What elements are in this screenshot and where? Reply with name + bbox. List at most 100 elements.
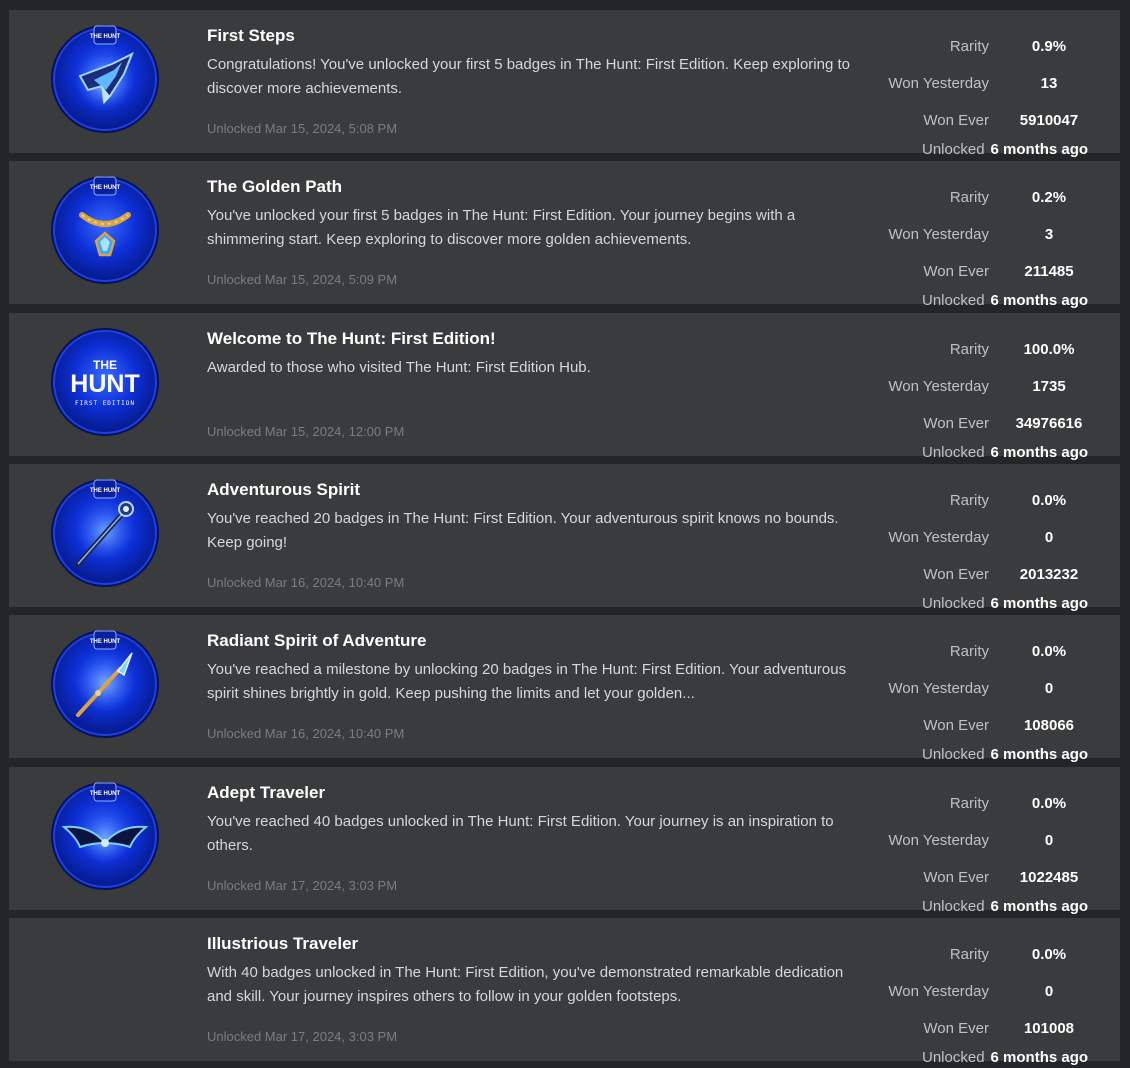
won-ever-value: 211485 [1024,263,1074,280]
won-yesterday-label: Won Yesterday [888,226,989,243]
rarity-value: 0.0% [1031,795,1067,812]
unlocked-ago-value: 6 months ago [990,746,1089,763]
badge-title: Welcome to The Hunt: First Edition! [207,329,496,348]
svg-text:THE HUNT: THE HUNT [90,185,121,191]
rarity-value: 100.0% [1023,341,1075,358]
won-yesterday-value: 3 [1044,226,1054,243]
unlock-date: Unlocked Mar 15, 2024, 5:09 PM [207,272,398,287]
won-ever-value: 2013232 [1019,566,1079,583]
won-ever-value: 1022485 [1019,869,1079,886]
unlock-date: Unlocked Mar 17, 2024, 3:03 PM [207,878,398,893]
won-ever-label: Won Ever [923,415,989,432]
golden-spear-icon: THE HUNT [50,629,160,739]
won-yesterday-value: 0 [1044,680,1054,697]
svg-text:THE HUNT: THE HUNT [90,791,121,797]
won-yesterday-label: Won Yesterday [888,983,989,1000]
badge-description: You've reached 20 badges in The Hunt: Fi… [207,510,839,551]
unlocked-ago-value: 6 months ago [990,898,1089,915]
unlocked-label: Unlocked [922,898,985,915]
rarity-value: 0.9% [1031,38,1067,55]
badge-title: Adventurous Spirit [207,480,361,499]
badge-description: You've unlocked your first 5 badges in T… [207,207,796,248]
unlocked-ago: Unlocked 6 months ago [922,292,1088,309]
svg-text:THE HUNT: THE HUNT [90,639,121,645]
badge-description: Awarded to those who visited The Hunt: F… [207,359,591,376]
won-ever-label: Won Ever [923,566,989,583]
unlocked-ago: Unlocked 6 months ago [922,595,1088,612]
won-ever-label: Won Ever [923,869,989,886]
rarity-value: 0.0% [1031,643,1067,660]
won-ever-value: 34976616 [1015,415,1083,432]
rarity-label: Rarity [949,341,989,358]
rarity-label: Rarity [949,492,989,509]
badge-title: First Steps [207,26,295,45]
svg-text:THE HUNT: THE HUNT [90,488,121,494]
won-yesterday-value: 13 [1040,75,1058,92]
won-ever-value: 5910047 [1019,112,1079,129]
unlock-date: Unlocked Mar 16, 2024, 10:40 PM [207,726,405,741]
badge-title: Radiant Spirit of Adventure [207,631,427,650]
badge-description: You've reached a milestone by unlocking … [207,661,847,702]
unlock-date: Unlocked Mar 17, 2024, 3:03 PM [207,1029,398,1044]
unlocked-ago-value: 6 months ago [990,1049,1089,1066]
unlocked-ago-value: 6 months ago [990,595,1089,612]
unlock-date: Unlocked Mar 15, 2024, 12:00 PM [207,424,405,439]
won-yesterday-label: Won Yesterday [888,680,989,697]
won-ever-label: Won Ever [923,1020,989,1037]
unlocked-ago: Unlocked 6 months ago [922,746,1088,763]
unlocked-ago: Unlocked 6 months ago [922,141,1088,158]
won-yesterday-label: Won Yesterday [888,378,989,395]
wings-icon: THE HUNT [50,781,160,891]
badge-card[interactable]: Illustrious Traveler With 40 badges unloc… [9,918,1120,1066]
won-yesterday-value: 0 [1044,832,1054,849]
svg-text:HUNT: HUNT [70,370,139,398]
won-yesterday-label: Won Yesterday [888,832,989,849]
badge-card[interactable]: THE HUNT Adventurous Spirit You've reached… [9,464,1120,612]
ice-crystal-icon: THE HUNT [50,24,160,134]
unlock-date: Unlocked Mar 15, 2024, 5:08 PM [207,121,398,136]
badge-title: Adept Traveler [207,783,326,802]
won-ever-value: 108066 [1023,717,1075,734]
rarity-label: Rarity [949,189,989,206]
unlocked-ago-value: 6 months ago [990,292,1089,309]
unlock-date: Unlocked Mar 16, 2024, 10:40 PM [207,575,405,590]
won-ever-label: Won Ever [923,263,989,280]
won-yesterday-label: Won Yesterday [888,529,989,546]
unlocked-ago: Unlocked 6 months ago [922,444,1088,461]
won-yesterday-value: 0 [1044,983,1054,1000]
rarity-label: Rarity [949,946,989,963]
badge-title: Illustrious Traveler [207,934,359,953]
badge-title: The Golden Path [207,177,343,196]
svg-text:FIRST EDITION: FIRST EDITION [75,400,135,407]
unlocked-label: Unlocked [922,141,985,158]
golden-necklace-icon: THE HUNT [50,175,160,285]
unlocked-ago-value: 6 months ago [990,444,1089,461]
svg-text:THE HUNT: THE HUNT [90,34,121,40]
won-ever-label: Won Ever [923,112,989,129]
badge-card[interactable]: THE HUNT Radiant Spirit of Adventure You'v… [9,615,1120,763]
unlocked-label: Unlocked [922,595,985,612]
rarity-value: 0.2% [1031,189,1067,206]
rarity-label: Rarity [949,38,989,55]
unlocked-label: Unlocked [922,444,985,461]
staff-icon: THE HUNT [50,478,160,588]
badge-card[interactable]: THE HUNT First Steps Congratulations! You'… [9,10,1120,158]
won-yesterday-label: Won Yesterday [888,75,989,92]
badge-card[interactable]: THE HUNT FIRST EDITION Welcome to The Hun… [9,313,1120,461]
badge-description: Congratulations! You've unlocked your fi… [207,56,850,97]
won-yesterday-value: 1735 [1032,378,1066,395]
won-ever-value: 101008 [1023,1020,1075,1037]
unlocked-label: Unlocked [922,746,985,763]
the-hunt-logo-icon: THE HUNT FIRST EDITION [50,327,160,437]
won-yesterday-value: 0 [1044,529,1054,546]
badge-card[interactable]: THE HUNT The Golden Path You've unlocked y… [9,161,1120,309]
won-ever-label: Won Ever [923,717,989,734]
badge-description: You've reached 40 badges unlocked in The… [207,813,834,854]
unlocked-ago-value: 6 months ago [990,141,1089,158]
rarity-value: 0.0% [1031,492,1067,509]
unlocked-ago: Unlocked 6 months ago [922,1049,1088,1066]
unlocked-label: Unlocked [922,1049,985,1066]
badge-card[interactable]: THE HUNT Adept Traveler You've reached 40 … [9,767,1120,915]
unlocked-ago: Unlocked 6 months ago [922,898,1088,915]
unlocked-label: Unlocked [922,292,985,309]
